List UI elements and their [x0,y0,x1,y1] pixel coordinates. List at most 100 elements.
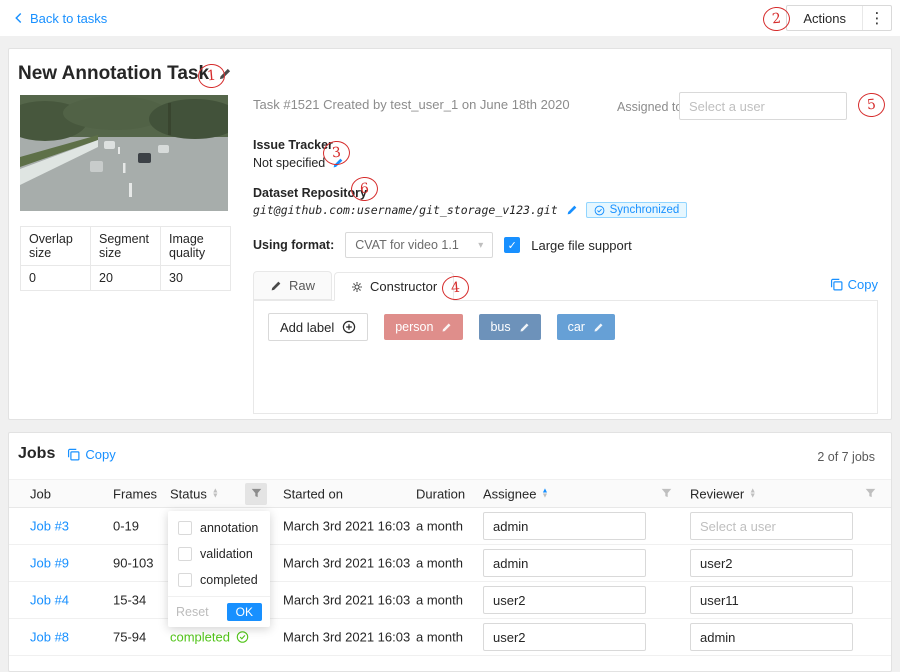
job-link[interactable]: Job #3 [30,519,69,534]
col-assignee: Assignee ▲▼ [483,486,548,501]
task-title-text: New Annotation Task [18,63,209,85]
duration-cell: a month [416,556,463,571]
col-assignee-label: Assignee [483,486,536,501]
reviewer-input[interactable] [690,549,853,577]
col-reviewer: Reviewer ▲▼ [690,486,756,501]
filter-footer: Reset OK [168,596,270,627]
labels-tabs: Raw Constructor Copy [253,272,878,301]
assignee-sorter[interactable]: ▲▼ [541,488,548,499]
params-value-row: 0 20 30 [21,266,231,291]
label-chip-car[interactable]: car [557,314,615,340]
assignee-input[interactable] [483,512,646,540]
page-title: New Annotation Task [18,63,232,85]
started-cell: March 3rd 2021 16:03 [283,519,410,534]
reviewer-sorter[interactable]: ▲▼ [749,488,756,499]
job-link[interactable]: Job #4 [30,593,69,608]
started-cell: March 3rd 2021 16:03 [283,593,410,608]
copy-jobs-label: Copy [85,447,115,462]
large-file-label: Large file support [531,238,631,253]
assignee-filter-icon[interactable] [655,483,677,505]
dataset-repository-label: Dataset Repository [253,186,367,200]
param-header-quality: Image quality [161,227,231,266]
checkbox-annotation[interactable] [178,521,192,535]
params-header-row: Overlap size Segment size Image quality [21,227,231,266]
param-header-segment: Segment size [91,227,161,266]
more-menu-icon[interactable]: ⋮ [863,6,891,30]
filter-option-validation-label: validation [200,547,253,561]
filter-ok-button[interactable]: OK [227,603,262,621]
filter-reset-button[interactable]: Reset [176,605,209,619]
reviewer-input[interactable] [690,623,853,651]
top-bar: Back to tasks Actions ⋮ [0,0,900,36]
task-params-table: Overlap size Segment size Image quality … [20,226,231,291]
checkbox-completed[interactable] [178,573,192,587]
frames-cell: 0-19 [113,519,139,534]
edit-title-icon[interactable] [218,67,232,81]
label-chip-person-name: person [395,320,433,334]
filter-option-annotation[interactable]: annotation [168,515,270,541]
job-link[interactable]: Job #9 [30,556,69,571]
add-label-button[interactable]: Add label [268,313,368,341]
check-circle-icon [236,631,249,644]
edit-label-icon[interactable] [441,322,452,333]
jobs-table-header: Job Frames Status ▲▼ Started on Duration… [9,479,891,508]
assignee-input[interactable] [483,586,646,614]
checkbox-validation[interactable] [178,547,192,561]
task-details-card: New Annotation Task Overlap size Segment… [8,48,892,420]
duration-cell: a month [416,519,463,534]
issue-tracker-value: Not specified [253,156,325,170]
col-reviewer-label: Reviewer [690,486,744,501]
build-icon [351,281,363,293]
label-chip-bus[interactable]: bus [479,314,540,340]
assignee-input[interactable] [483,623,646,651]
actions-button[interactable]: Actions ⋮ [786,5,892,31]
assignee-input[interactable] [483,549,646,577]
assigned-to-input[interactable] [679,92,847,120]
param-value-overlap: 0 [21,266,91,291]
back-to-tasks-link[interactable]: Back to tasks [14,11,107,26]
chevron-down-icon: ▾ [478,240,483,251]
reviewer-input[interactable] [690,586,853,614]
edit-label-icon[interactable] [519,322,530,333]
plus-circle-icon [342,320,356,334]
duration-cell: a month [416,630,463,645]
sync-status-badge: Synchronized [586,202,688,218]
copy-labels-link[interactable]: Copy [830,277,878,296]
actions-label[interactable]: Actions [787,6,862,30]
started-cell: March 3rd 2021 16:03 [283,556,410,571]
col-duration: Duration [416,486,465,501]
jobs-count: 2 of 7 jobs [817,450,875,464]
label-constructor-panel: Add label person bus car [253,300,878,414]
issue-tracker-value-row: Not specified [253,156,344,170]
param-value-quality: 30 [161,266,231,291]
tab-constructor[interactable]: Constructor [334,272,454,301]
status-filter-icon[interactable] [245,483,267,505]
reviewer-filter-icon[interactable] [859,483,881,505]
label-chip-person[interactable]: person [384,314,463,340]
filter-option-completed[interactable]: completed [168,567,270,593]
status-sorter[interactable]: ▲▼ [212,488,219,499]
copy-labels-label: Copy [848,277,878,292]
edit-label-icon[interactable] [593,322,604,333]
reviewer-input[interactable] [690,512,853,540]
tab-constructor-label: Constructor [370,279,437,294]
filter-option-validation[interactable]: validation [168,541,270,567]
frames-cell: 75-94 [113,630,146,645]
job-link[interactable]: Job #8 [30,630,69,645]
sync-status-text: Synchronized [610,204,680,216]
table-row: Job #4 15-34 March 3rd 2021 16:03 a mont… [9,582,891,619]
copy-jobs-link[interactable]: Copy [67,447,115,462]
large-file-checkbox[interactable]: ✓ [504,237,520,253]
param-value-segment: 20 [91,266,161,291]
format-select-value: CVAT for video 1.1 [355,238,459,252]
format-select[interactable]: CVAT for video 1.1 ▾ [345,232,493,258]
edit-issue-tracker-icon[interactable] [332,157,344,169]
tab-raw[interactable]: Raw [253,271,332,300]
jobs-card: Jobs Copy 2 of 7 jobs Job Frames Status … [8,432,892,672]
label-chip-car-name: car [568,320,585,334]
col-frames: Frames [113,486,157,501]
col-status: Status ▲▼ [170,486,219,501]
edit-repository-icon[interactable] [566,204,578,216]
table-row: Job #9 90-103 March 3rd 2021 16:03 a mon… [9,545,891,582]
dataset-repository-row: git@github.com:username/git_storage_v123… [253,202,687,218]
